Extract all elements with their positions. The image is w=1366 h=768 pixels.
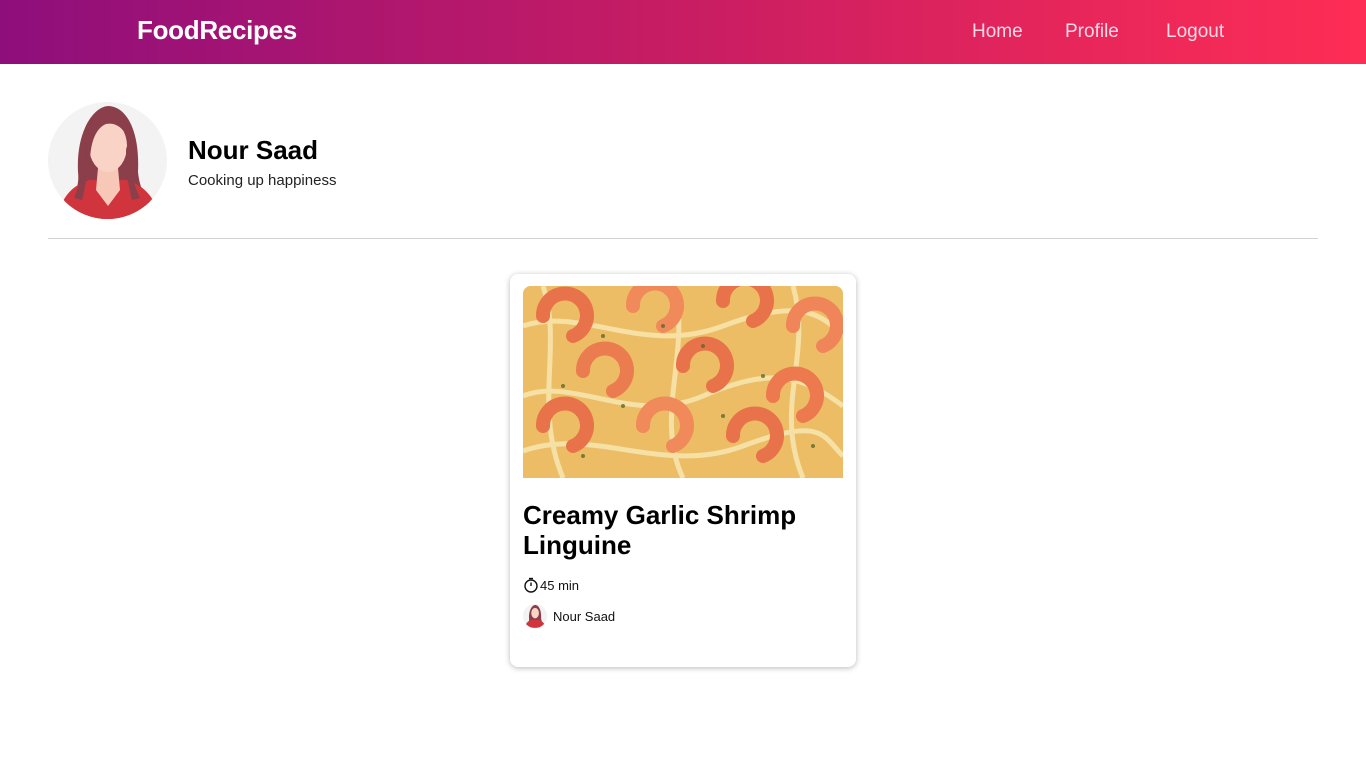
recipe-card[interactable]: Creamy Garlic Shrimp Linguine 45 min Nou… xyxy=(510,274,856,667)
profile-bio: Cooking up happiness xyxy=(188,172,337,189)
nav-home-link[interactable]: Home xyxy=(972,21,1023,43)
recipe-author-name[interactable]: Nour Saad xyxy=(553,609,615,624)
recipe-author: Nour Saad xyxy=(523,604,615,628)
navbar: FoodRecipes Home Profile Logout xyxy=(0,0,1366,64)
nav-logout-link[interactable]: Logout xyxy=(1166,21,1224,43)
nav-profile-link[interactable]: Profile xyxy=(1065,21,1119,43)
recipe-title[interactable]: Creamy Garlic Shrimp Linguine xyxy=(523,500,843,560)
author-avatar xyxy=(523,604,547,628)
recipe-image xyxy=(523,286,843,478)
recipe-time: 45 min xyxy=(523,577,579,593)
recipe-time-label: 45 min xyxy=(540,577,580,593)
profile-avatar xyxy=(48,102,167,219)
timer-icon xyxy=(523,577,539,593)
profile-name: Nour Saad xyxy=(188,135,319,165)
brand-logo[interactable]: FoodRecipes xyxy=(137,15,297,46)
section-divider xyxy=(48,238,1318,239)
